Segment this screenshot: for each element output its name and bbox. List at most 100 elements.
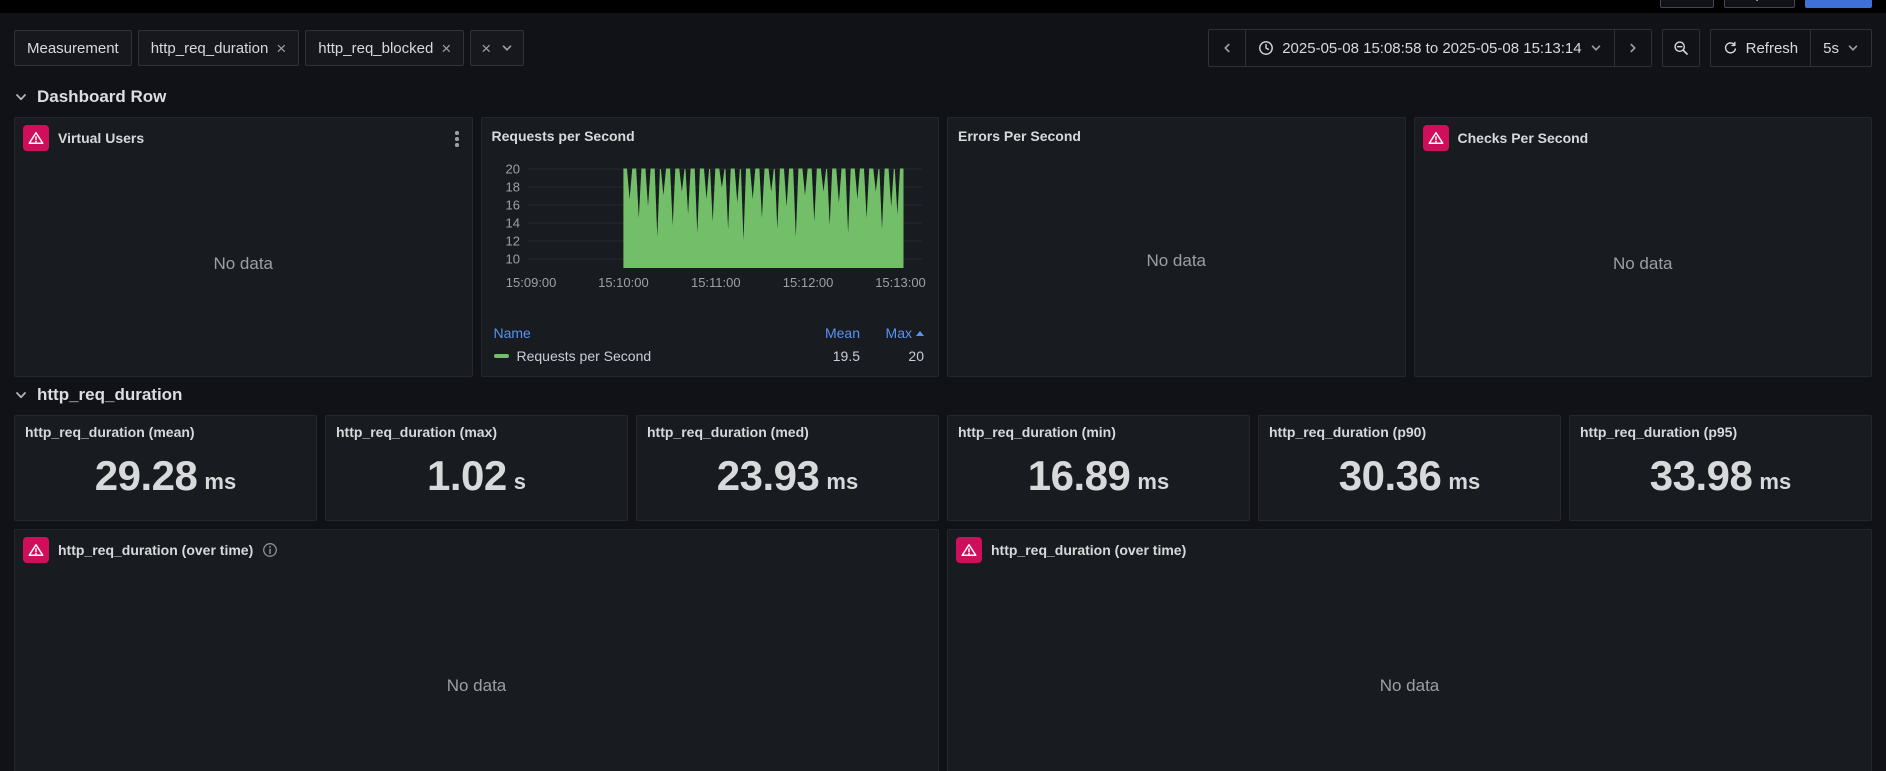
panel-row-over-time: http_req_duration (over time) No data ht… [0, 529, 1886, 771]
panel-http-req-duration-over-time-left: http_req_duration (over time) No data [14, 529, 939, 771]
no-data-message: No data [1146, 251, 1207, 270]
panel-title[interactable]: http_req_duration (max) [336, 424, 617, 440]
clear-filters-icon[interactable]: × [481, 40, 491, 57]
legend-series-row: Requests per Second 19.5 20 [493, 344, 924, 368]
panel-checks-per-second: Checks Per Second No data [1413, 117, 1872, 377]
stat-value: 29.28 ms [94, 452, 237, 499]
legend-sort-max[interactable]: Max [860, 325, 924, 341]
time-range-text: 2025-05-08 15:08:58 to 2025-05-08 15:13:… [1282, 39, 1582, 57]
measurement-filter-chip[interactable]: Measurement [14, 30, 132, 66]
filter-chip-label: http_req_blocked [318, 39, 434, 57]
export-button[interactable]: Export [1724, 0, 1795, 8]
stat-value: 30.36 ms [1338, 452, 1481, 499]
timeseries-chart[interactable]: 10 12 14 16 18 20 15:09:00 15:10:00 15:11:00 15:1… [482, 146, 939, 297]
time-range-picker-button[interactable]: 2025-05-08 15:08:58 to 2025-05-08 15:13:… [1245, 29, 1615, 67]
svg-text:16: 16 [505, 198, 519, 213]
svg-text:15:12:00: 15:12:00 [782, 275, 833, 290]
row-header-http-req-duration[interactable]: http_req_duration [0, 377, 1886, 415]
bookmark-icon[interactable] [1634, 0, 1650, 1]
stat-value: 16.89 ms [1027, 452, 1170, 499]
measurement-filter-label: Measurement [27, 39, 119, 57]
edit-button[interactable]: Edit [1660, 0, 1715, 8]
legend-max-value: 20 [908, 348, 924, 364]
stat-panel-row: http_req_duration (mean) 29.28 ms http_re… [0, 415, 1886, 521]
chevron-down-icon [1847, 42, 1859, 54]
stat-value: 23.93 ms [716, 452, 859, 499]
time-shift-forward-button[interactable] [1613, 29, 1652, 67]
svg-text:12: 12 [505, 234, 519, 249]
clock-icon [1258, 40, 1274, 56]
panel-errors-per-second: Errors Per Second No data [947, 117, 1406, 377]
panel-title[interactable]: http_req_duration (over time) [58, 542, 253, 558]
stat-panel-p95: http_req_duration (p95) 33.98 ms [1569, 415, 1872, 521]
time-controls: 2025-05-08 15:08:58 to 2025-05-08 15:13:… [1208, 29, 1872, 67]
stat-panel-min: http_req_duration (min) 16.89 ms [947, 415, 1250, 521]
row-title: Dashboard Row [37, 87, 167, 106]
share-button[interactable]: Share [1804, 0, 1872, 8]
stat-panel-p90: http_req_duration (p90) 30.36 ms [1258, 415, 1561, 521]
svg-text:20: 20 [505, 162, 519, 177]
filter-chip-label: http_req_duration [150, 39, 269, 57]
legend-sort-mean[interactable]: Mean [770, 325, 860, 341]
remove-filter-icon[interactable]: × [276, 40, 286, 57]
panel-title[interactable]: Requests per Second [492, 128, 635, 144]
adhoc-filters: Measurement http_req_duration × http_req… [14, 30, 525, 66]
svg-text:15:09:00: 15:09:00 [505, 275, 556, 290]
zoom-out-time-button[interactable] [1661, 29, 1700, 67]
panel-title[interactable]: http_req_duration (med) [647, 424, 928, 440]
legend-series-toggle[interactable]: Requests per Second [493, 348, 771, 364]
svg-text:10: 10 [505, 252, 519, 267]
no-data-message: No data [446, 676, 507, 695]
legend-sort-name[interactable]: Name [494, 325, 771, 341]
panel-requests-per-second: Requests per Second 10 12 14 16 18 20 15:09:00… [480, 117, 939, 377]
stat-panel-med: http_req_duration (med) 23.93 ms [636, 415, 939, 521]
filter-combobox[interactable]: × [470, 30, 525, 66]
alert-state-icon[interactable] [23, 537, 49, 563]
panel-virtual-users: Virtual Users No data [14, 117, 473, 377]
svg-text:15:11:00: 15:11:00 [690, 275, 740, 290]
refresh-interval-value: 5s [1823, 39, 1839, 57]
time-shift-back-button[interactable] [1208, 29, 1247, 67]
svg-text:18: 18 [505, 180, 519, 195]
stat-value: 33.98 ms [1649, 452, 1792, 499]
no-data-message: No data [1379, 676, 1440, 695]
panel-menu-icon[interactable] [452, 128, 462, 150]
alert-state-icon[interactable] [23, 125, 49, 151]
sort-ascending-icon [916, 330, 924, 336]
refresh-label: Refresh [1745, 39, 1799, 57]
dashboard-controls-bar: Measurement http_req_duration × http_req… [0, 13, 1886, 79]
svg-text:15:13:00: 15:13:00 [875, 275, 926, 290]
chevron-down-icon[interactable] [14, 388, 28, 402]
panel-title[interactable]: Errors Per Second [958, 128, 1081, 144]
refresh-button[interactable]: Refresh [1709, 29, 1812, 67]
series-color-swatch [493, 354, 509, 358]
panel-title[interactable]: Checks Per Second [1458, 130, 1589, 146]
chevron-down-icon[interactable] [14, 90, 28, 104]
panel-title[interactable]: http_req_duration (mean) [25, 424, 306, 440]
panel-description-info-icon[interactable] [262, 542, 278, 558]
filter-chip-http-req-duration[interactable]: http_req_duration × [137, 30, 300, 66]
row-header-dashboard-row[interactable]: Dashboard Row [0, 79, 1886, 117]
refresh-interval-dropdown[interactable]: 5s [1810, 29, 1872, 67]
stat-value: 1.02 s [427, 452, 526, 499]
alert-state-icon[interactable] [1422, 125, 1449, 151]
panel-title[interactable]: http_req_duration (over time) [991, 542, 1186, 558]
chevron-down-icon [1590, 42, 1602, 54]
svg-text:14: 14 [505, 216, 519, 231]
panel-http-req-duration-over-time-right: http_req_duration (over time) No data [947, 529, 1872, 771]
alert-state-icon[interactable] [956, 537, 982, 563]
filter-chip-http-req-blocked[interactable]: http_req_blocked × [305, 30, 465, 66]
panel-title[interactable]: http_req_duration (p95) [1580, 424, 1861, 440]
panel-title[interactable]: http_req_duration (min) [958, 424, 1239, 440]
panel-title[interactable]: Virtual Users [58, 130, 144, 146]
stat-panel-max: http_req_duration (max) 1.02 s [325, 415, 628, 521]
no-data-message: No data [1612, 254, 1673, 273]
no-data-message: No data [213, 254, 274, 273]
top-navbar: Edit Export Share [0, 0, 1886, 13]
requests-per-second-chart[interactable]: 10 12 14 16 18 20 15:09:00 15:10:00 15:11:00 15:1… [490, 150, 930, 294]
svg-text:15:10:00: 15:10:00 [598, 275, 649, 290]
remove-filter-icon[interactable]: × [441, 40, 451, 57]
chevron-down-icon[interactable] [501, 42, 513, 54]
row-title: http_req_duration [37, 385, 183, 404]
panel-title[interactable]: http_req_duration (p90) [1269, 424, 1550, 440]
